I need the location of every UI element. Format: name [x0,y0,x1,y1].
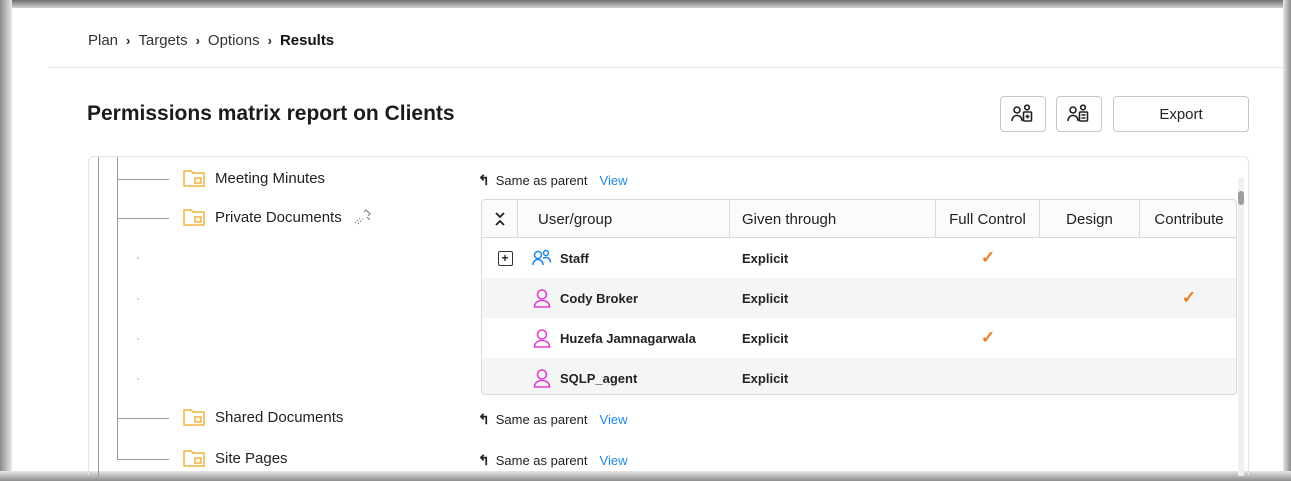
table-row[interactable]: SQLP_agent Explicit [482,358,1236,394]
view-link[interactable]: View [600,412,628,427]
inheritance-status: ↰ Same as parent View [478,411,627,428]
view-link[interactable]: View [600,173,628,188]
table-row[interactable]: + Staff Explicit ✓ [482,238,1236,278]
breadcrumb-targets[interactable]: Targets [138,32,187,49]
tree-connector [117,218,169,219]
contribute-cell: ✓ [1140,278,1236,318]
inheritance-status: ↰ Same as parent View [478,172,627,189]
user-group-name: SQLP_agent [560,370,638,386]
full-control-cell: ✓ [936,318,1040,358]
user-group-name: Huzefa Jamnagarwala [560,330,696,346]
window-frame-left [0,0,12,481]
column-header-design[interactable]: Design [1040,200,1140,238]
view-link[interactable]: View [600,453,628,468]
table-row[interactable]: Cody Broker Explicit ✓ [482,278,1236,318]
folder-icon [183,209,205,226]
chevron-right-icon: › [267,33,272,48]
add-user-group-button[interactable] [1000,96,1046,132]
tree-connector [117,459,169,460]
inheritance-status-text: Same as parent [495,453,588,468]
page-title: Permissions matrix report on Clients [87,102,455,125]
given-through-cell: Explicit [742,370,789,386]
user-group-cell: SQLP_agent [532,358,730,394]
column-header-contribute[interactable]: Contribute [1140,200,1236,238]
user-group-list-icon [1067,104,1089,122]
inheritance-status-text: Same as parent [495,173,588,188]
tree-connector [117,179,169,180]
tree-item-label: Private Documents [215,208,342,226]
tree-item-site-pages[interactable]: Site Pages [183,449,288,467]
tree-item-label: Shared Documents [215,408,344,426]
user-group-name: Staff [560,250,589,266]
scrollbar-thumb[interactable] [1238,191,1244,205]
column-header-user-group[interactable]: User/group [518,200,730,238]
inheritance-status: ↰ Same as parent View [478,452,627,469]
inherit-arrow-icon: ↰ [478,411,490,427]
breadcrumb: Plan › Targets › Options › Results [88,32,334,49]
inherit-arrow-icon: ↰ [478,452,490,468]
window-inner-edge [12,8,1283,10]
user-icon [533,289,551,308]
folder-icon [183,450,205,467]
tree-connector [98,157,99,476]
tree-item-meeting-minutes[interactable]: Meeting Minutes [183,169,325,187]
expand-row-button[interactable]: + [492,238,518,278]
tree-connector [117,418,169,419]
breadcrumb-current: Results [279,32,335,49]
given-through-cell: Explicit [742,330,789,346]
permissions-tree-panel: Meeting Minutes ↰ Same as parent View Pr… [88,156,1249,476]
table-row[interactable]: Huzefa Jamnagarwala Explicit ✓ [482,318,1236,358]
tree-item-label: Site Pages [215,449,288,467]
breadcrumb-plan[interactable]: Plan [88,32,118,49]
vertical-scrollbar[interactable] [1238,177,1244,476]
inheritance-status-text: Same as parent [495,412,588,427]
given-through-cell: Explicit [742,250,789,266]
tree-dot [137,298,139,300]
chevron-right-icon: › [126,33,131,48]
check-icon: ✓ [980,248,996,267]
broken-inheritance-icon [354,209,371,225]
tree-dot [137,338,139,340]
column-header-given-through[interactable]: Given through [730,200,936,238]
breadcrumb-options[interactable]: Options [208,32,260,49]
column-header-full-control[interactable]: Full Control [936,200,1040,238]
tree-connector [117,157,118,459]
folder-icon [183,170,205,187]
check-icon: ✓ [980,328,996,347]
user-group-cell: Staff [532,238,730,278]
tree-dot [137,257,139,259]
header-divider [48,67,1284,68]
permissions-table: User/group Given through Full Control De… [481,199,1237,395]
chevron-collapse-icon [494,212,505,226]
full-control-cell: ✓ [936,238,1040,278]
plus-icon: + [497,250,513,266]
user-group-cell: Huzefa Jamnagarwala [532,318,730,358]
user-group-name: Cody Broker [560,290,639,306]
user-group-list-button[interactable] [1056,96,1102,132]
add-user-group-icon [1011,104,1033,122]
user-icon [533,369,551,388]
tree-item-label: Meeting Minutes [215,169,326,187]
group-icon [532,249,552,266]
tree-dot [137,378,139,380]
user-icon [533,329,551,348]
export-button[interactable]: Export [1113,96,1249,132]
window-frame-right [1283,0,1291,481]
tree-item-shared-documents[interactable]: Shared Documents [183,408,343,426]
folder-icon [183,409,205,426]
table-header: User/group Given through Full Control De… [482,200,1236,238]
check-icon: ✓ [1181,288,1197,307]
window-frame-top [0,0,1291,8]
inherit-arrow-icon: ↰ [478,172,490,188]
given-through-cell: Explicit [742,290,789,306]
user-group-cell: Cody Broker [532,278,730,318]
collapse-all-button[interactable] [482,200,518,238]
chevron-right-icon: › [195,33,200,48]
tree-item-private-documents[interactable]: Private Documents [183,208,374,226]
